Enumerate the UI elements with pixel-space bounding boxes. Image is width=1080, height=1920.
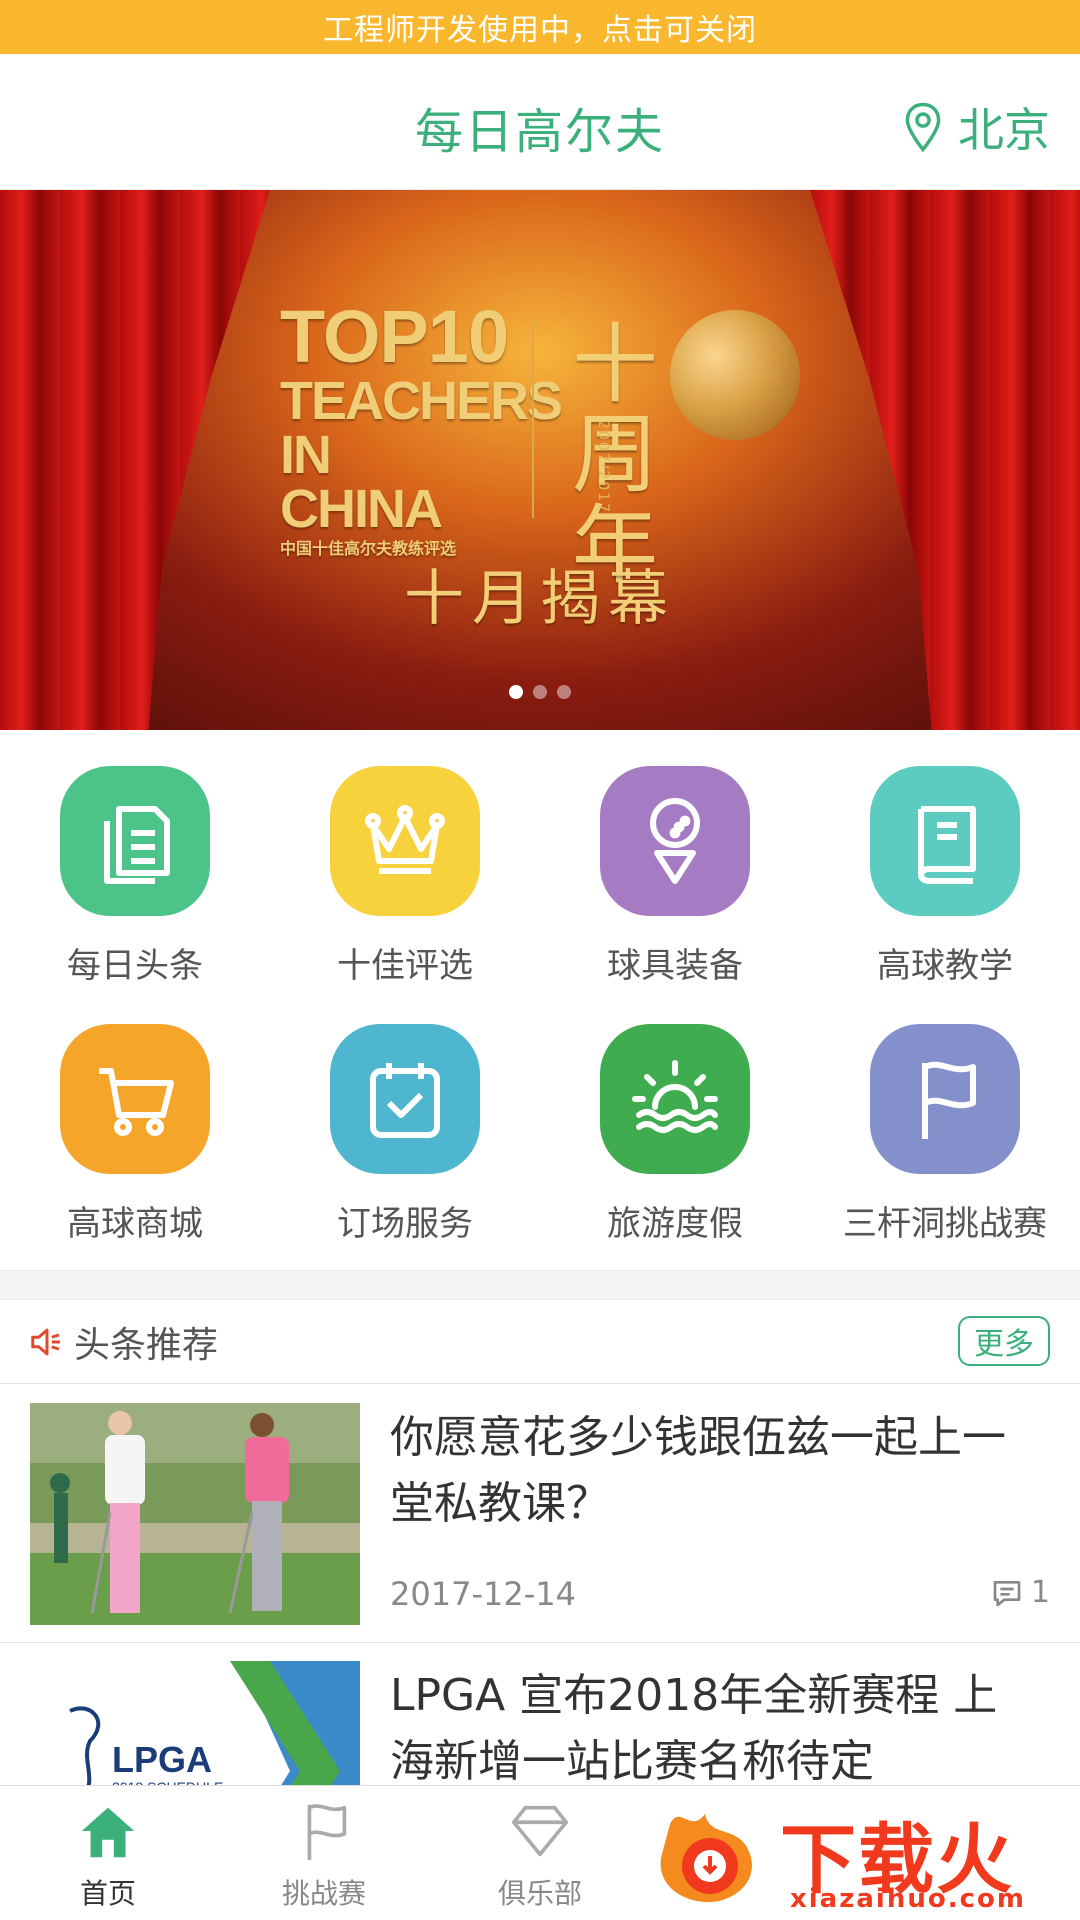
speaker-icon [31,1328,61,1355]
grid-item-daily-headlines[interactable]: 每日头条 [0,766,270,1024]
lpga-brand: LPGA [112,1739,213,1780]
carousel-dot[interactable] [509,685,523,699]
home-icon [81,1807,135,1858]
curtain-left [0,190,270,730]
dev-mode-banner[interactable]: 工程师开发使用中，点击可关闭 [0,0,1080,54]
watermark-url: xiazaihuo.com [790,1884,1026,1914]
news-title: LPGA 宣布2018年全新赛程 上海新增一站比赛名称待定 [390,1670,998,1787]
headlines-header: 头条推荐 更多 [0,1300,1080,1384]
grid-item-booking-service[interactable]: 订场服务 [270,1024,540,1282]
grid-item-travel-vacation[interactable]: 旅游度假 [540,1024,810,1282]
crown-icon [365,805,445,874]
tab-label: 俱乐部 [497,1877,582,1910]
grid-icon-bg [60,766,210,916]
tab-club[interactable]: 俱乐部 [432,1786,648,1920]
section-divider [0,1270,1080,1300]
grid-item-top10-selection[interactable]: 十佳评选 [270,766,540,1024]
grid-label: 高球商城 [67,1204,203,1244]
tab-challenge[interactable]: 挑战赛 [216,1786,432,1920]
banner-years: 2007/2017 [595,420,611,514]
grid-label: 订场服务 [337,1204,473,1244]
tab-label: 首页 [79,1877,136,1910]
grid-item-equipment[interactable]: 球具装备 [540,766,810,1024]
flame-logo-icon [660,1814,752,1903]
carousel-dot[interactable] [557,685,571,699]
grid-icon-bg [870,1024,1020,1174]
grid-label: 球具装备 [607,946,743,986]
grid-icon-bg [60,1024,210,1174]
feature-grid: 每日头条 十佳评选 球具装备 高球教学 高球商城 订场服务 旅游度假 三杆洞挑战… [0,730,1080,1270]
banner-caption: 十月揭幕 [404,564,676,634]
grid-label: 三杆洞挑战赛 [843,1204,1047,1244]
location-selector[interactable]: 北京 [902,94,1050,160]
grid-label: 旅游度假 [607,1204,743,1244]
grid-icon-bg [330,766,480,916]
sunrise-icon [632,1060,718,1133]
curtain-right [810,190,1080,730]
carousel-indicator [0,685,1080,699]
grid-item-golf-mall[interactable]: 高球商城 [0,1024,270,1282]
document-icon [104,806,170,884]
grid-item-three-par-challenge[interactable]: 三杆洞挑战赛 [810,1024,1080,1282]
news-title: 你愿意花多少钱跟伍兹一起上一堂私教课？ [390,1412,1006,1529]
carousel-dot[interactable] [533,685,547,699]
app-header: 每日高尔夫 北京 [0,54,1080,190]
tab-label: 挑战赛 [281,1877,366,1910]
news-date: 2017-12-14 [390,1575,576,1613]
flag-icon [922,1061,976,1139]
banner-top10-logo: TOP10 TEACHERS IN CHINA 中国十佳高尔夫教练评选 [280,295,563,558]
grid-icon-bg [330,1024,480,1174]
grid-label: 十佳评选 [337,946,473,986]
grid-label: 每日头条 [67,946,203,986]
shopping-cart-icon [99,1068,174,1136]
grid-label: 高球教学 [877,946,1013,986]
grid-item-golf-teaching[interactable]: 高球教学 [810,766,1080,1024]
grid-icon-bg [600,1024,750,1174]
dev-banner-text: 工程师开发使用中，点击可关闭 [323,13,757,48]
flag-outline-icon [307,1804,347,1861]
promo-banner[interactable]: TOP10 TEACHERS IN CHINA 中国十佳高尔夫教练评选 十周年 … [0,190,1080,730]
diamond-icon [511,1805,569,1857]
news-thumbnail [30,1403,360,1625]
news-item[interactable]: 你愿意花多少钱跟伍兹一起上一堂私教课？ 2017-12-14 1 [0,1385,1080,1643]
banner-divider [532,318,534,518]
banner-line2: TEACHERS [280,371,563,431]
headlines-title: 头条推荐 [74,1324,219,1366]
book-icon [918,806,976,884]
comment-count-value: 1 [1030,1575,1050,1610]
location-pin-icon [905,102,941,153]
comment-icon [993,1580,1021,1606]
more-button[interactable]: 更多 [958,1316,1050,1366]
golf-players-image [30,1403,360,1625]
watermark: 下载火 xiazaihuo.com [640,1780,1080,1920]
grid-icon-bg [870,766,1020,916]
golf-ball-tee-icon [650,798,700,884]
banner-line1: TOP10 [280,295,509,378]
grid-icon-bg [600,766,750,916]
location-label: 北京 [958,103,1050,157]
calendar-check-icon [370,1063,440,1138]
comment-count: 1 [991,1575,1050,1610]
banner-line3: IN CHINA [280,425,443,539]
tab-home[interactable]: 首页 [0,1786,216,1920]
